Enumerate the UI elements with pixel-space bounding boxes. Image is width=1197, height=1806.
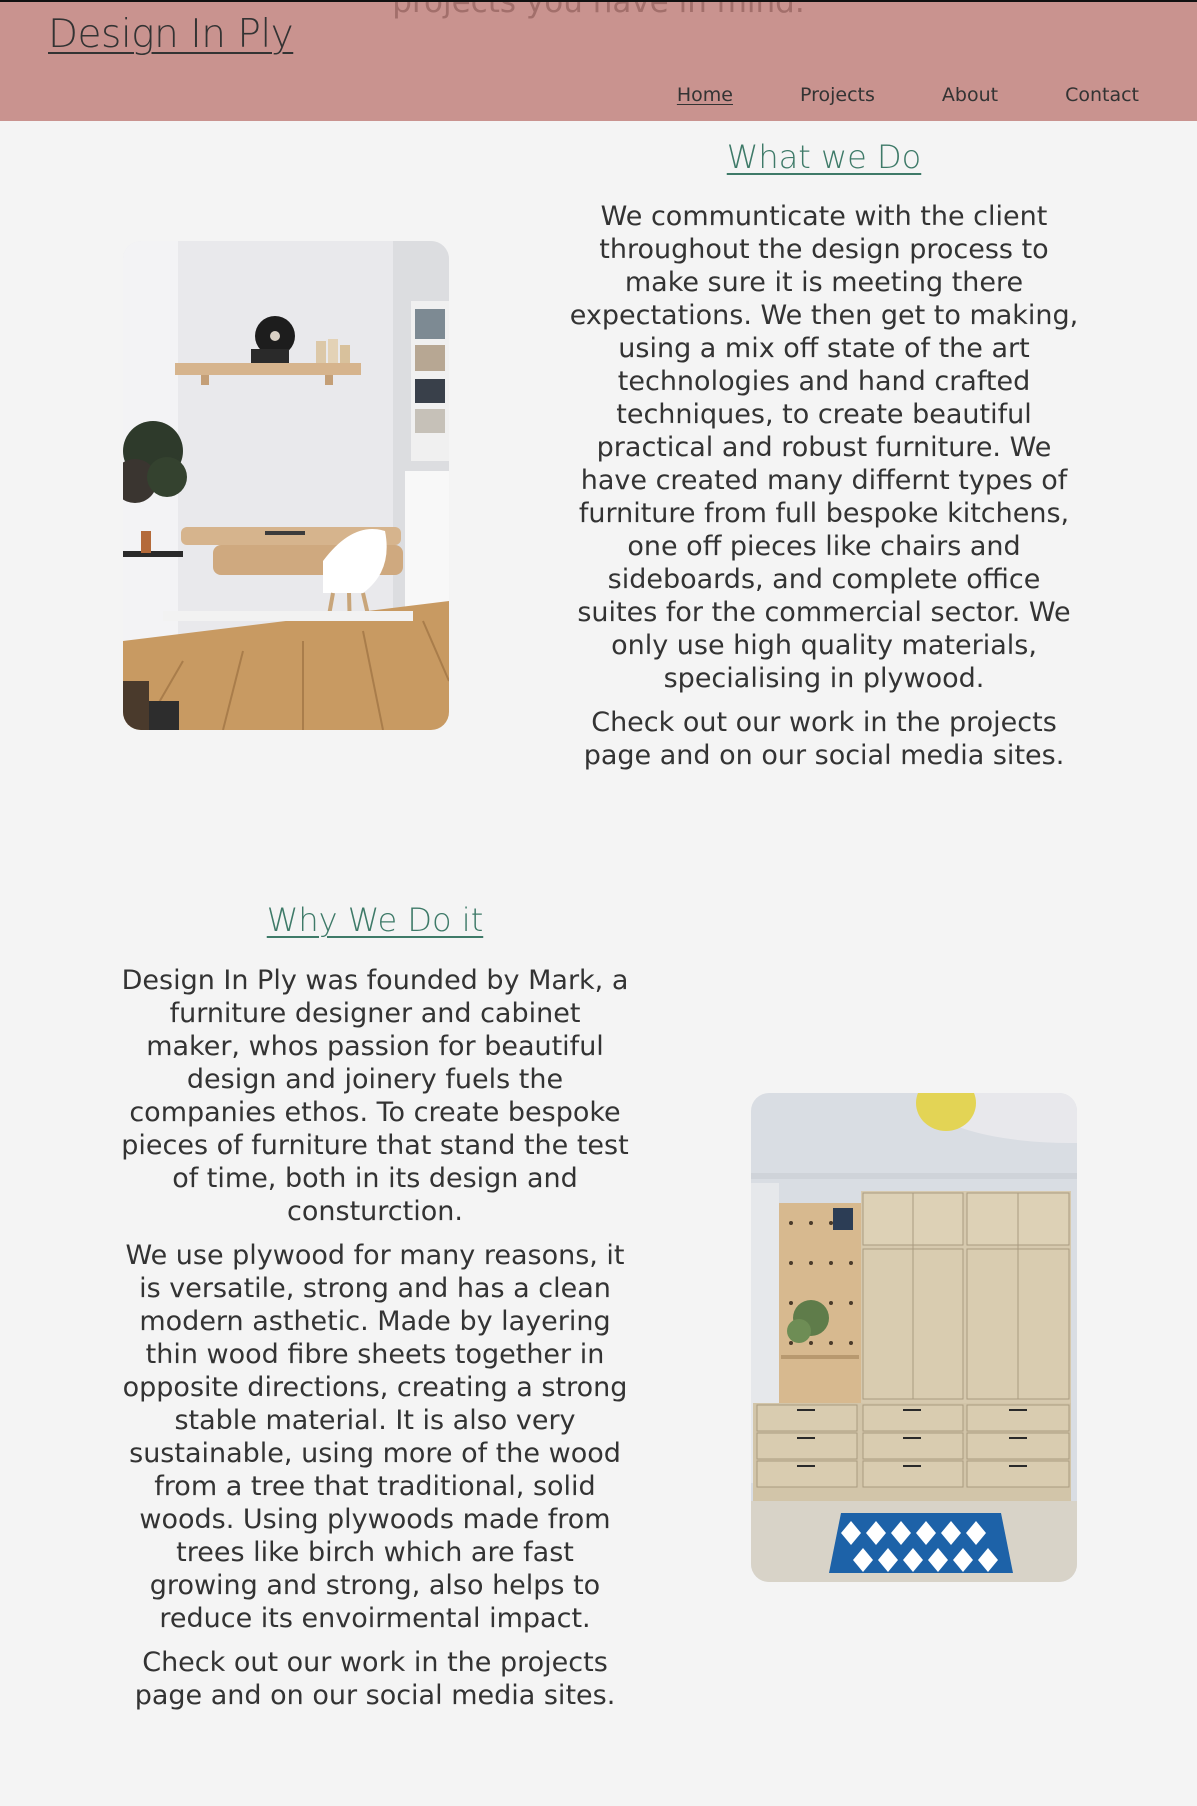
site-header: projects you have in mind. Design In Ply… <box>0 0 1197 121</box>
brand-logo-link[interactable]: Design In Ply <box>48 12 294 57</box>
what-we-do-heading: What we Do <box>726 138 922 176</box>
why-we-do-it-paragraph-1: Design In Ply was founded by Mark, a fur… <box>121 965 629 1227</box>
desk-photo <box>123 241 449 730</box>
what-we-do-paragraph-1: We communticate with the client througho… <box>569 201 1079 694</box>
main-nav: Home Projects About Contact <box>610 84 1139 106</box>
nav-projects[interactable]: Projects <box>800 84 875 106</box>
what-we-do-paragraph-2: Check out our work in the projects page … <box>583 707 1065 771</box>
nav-about[interactable]: About <box>942 84 998 106</box>
nav-home[interactable]: Home <box>677 84 733 106</box>
why-we-do-it-paragraph-2: We use plywood for many reasons, it is v… <box>122 1240 628 1634</box>
nav-contact[interactable]: Contact <box>1065 84 1139 106</box>
why-we-do-it-heading: Why We Do it <box>266 901 484 939</box>
why-we-do-it-paragraph-3: Check out our work in the projects page … <box>134 1647 616 1711</box>
wardrobe-photo <box>751 1093 1077 1582</box>
